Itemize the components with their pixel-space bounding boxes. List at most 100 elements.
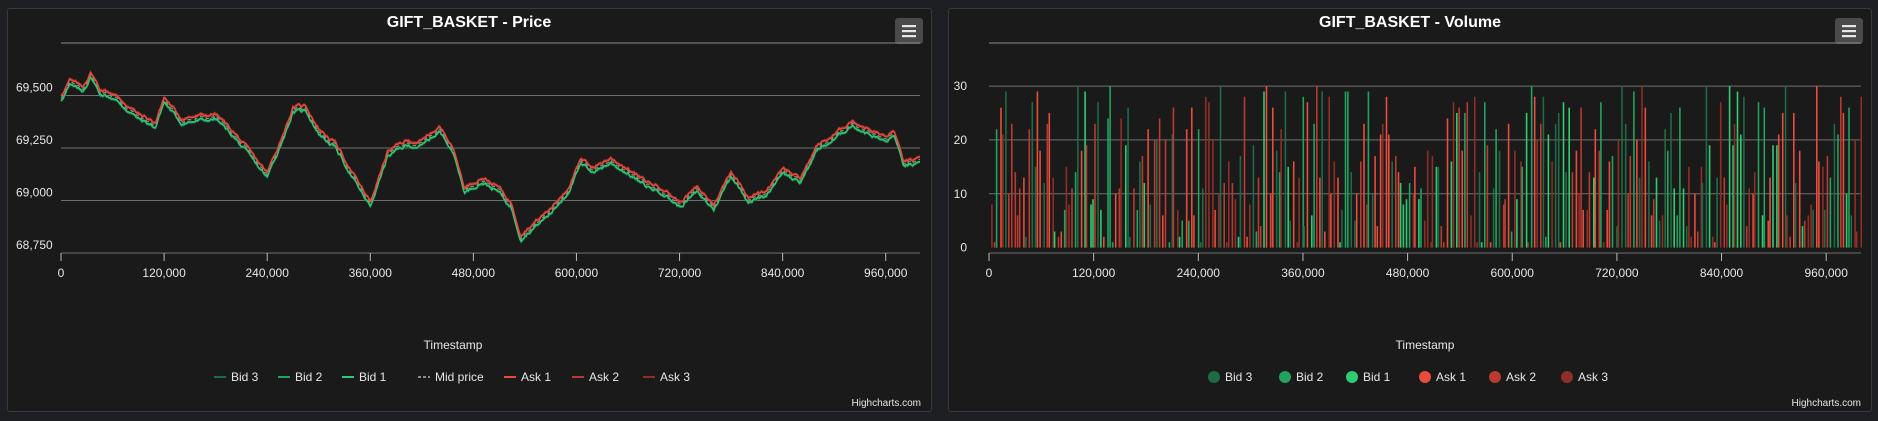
volume-bar[interactable] xyxy=(1014,172,1017,248)
volume-bar[interactable] xyxy=(1752,193,1754,248)
volume-bar[interactable] xyxy=(1065,166,1068,248)
volume-bar[interactable] xyxy=(1784,86,1787,248)
volume-bar[interactable] xyxy=(1443,242,1445,248)
volume-bar[interactable] xyxy=(1008,193,1010,248)
volume-bar[interactable] xyxy=(1855,231,1858,248)
volume-bar[interactable] xyxy=(1533,96,1536,248)
volume-bar[interactable] xyxy=(1191,107,1193,248)
legend-item-bid-3[interactable]: Bid 3 xyxy=(214,370,259,384)
volume-bar[interactable] xyxy=(1833,123,1836,248)
volume-bar[interactable] xyxy=(1100,209,1102,248)
volume-bar[interactable] xyxy=(1748,188,1750,248)
volume-bar[interactable] xyxy=(1860,96,1863,248)
volume-bar[interactable] xyxy=(1090,204,1092,248)
volume-bar[interactable] xyxy=(1199,242,1202,248)
volume-bar[interactable] xyxy=(1478,172,1481,248)
volume-bar[interactable] xyxy=(1701,183,1704,248)
volume-bar[interactable] xyxy=(1418,199,1420,248)
volume-bar[interactable] xyxy=(1514,150,1516,248)
volume-bar[interactable] xyxy=(1606,209,1608,248)
volume-bar[interactable] xyxy=(1786,215,1788,248)
volume-bar[interactable] xyxy=(1446,118,1449,248)
volume-bar[interactable] xyxy=(1219,86,1222,248)
volume-bar[interactable] xyxy=(1507,123,1510,248)
volume-bar[interactable] xyxy=(1812,209,1814,248)
volume-bar[interactable] xyxy=(1114,193,1117,248)
volume-bar[interactable] xyxy=(1344,91,1347,248)
volume-bar[interactable] xyxy=(1103,236,1105,248)
volume-bar[interactable] xyxy=(1473,96,1476,248)
volume-bar[interactable] xyxy=(1426,150,1429,248)
volume-bar[interactable] xyxy=(1143,183,1146,248)
volume-bar[interactable] xyxy=(1077,86,1079,248)
volume-bar[interactable] xyxy=(1149,204,1152,248)
volume-bar[interactable] xyxy=(1337,177,1339,248)
volume-bar[interactable] xyxy=(1547,134,1550,248)
volume-bar[interactable] xyxy=(1740,134,1742,248)
volume-bar[interactable] xyxy=(1777,134,1780,248)
volume-bar[interactable] xyxy=(1521,166,1523,248)
volume-bar[interactable] xyxy=(1228,161,1230,248)
volume-bar[interactable] xyxy=(1177,209,1179,248)
volume-bar[interactable] xyxy=(1133,188,1135,248)
legend-item-ask-3[interactable]: Ask 3 xyxy=(643,370,690,384)
volume-bar[interactable] xyxy=(1239,156,1242,248)
volume-bar[interactable] xyxy=(1071,188,1073,248)
volume-bar[interactable] xyxy=(1568,107,1570,248)
volume-bar[interactable] xyxy=(1489,242,1492,248)
volume-bar[interactable] xyxy=(1757,102,1760,248)
volume-bar[interactable] xyxy=(1269,193,1272,248)
volume-bar[interactable] xyxy=(1068,204,1070,248)
volume-bar[interactable] xyxy=(1181,220,1183,248)
legend-item-ask-3[interactable]: Ask 3 xyxy=(1561,370,1608,384)
volume-bar[interactable] xyxy=(1023,177,1025,248)
volume-bar[interactable] xyxy=(1243,96,1246,248)
volume-bar[interactable] xyxy=(1540,123,1542,248)
legend-item-ask-1[interactable]: Ask 1 xyxy=(504,370,551,384)
volume-bar[interactable] xyxy=(1129,236,1131,248)
volume-bar[interactable] xyxy=(1328,96,1330,248)
volume-bar[interactable] xyxy=(1319,177,1321,248)
volume-bar[interactable] xyxy=(1000,107,1002,248)
volume-bar[interactable] xyxy=(1405,199,1408,248)
volume-bar[interactable] xyxy=(1118,188,1121,248)
volume-bar[interactable] xyxy=(1476,242,1478,248)
volume-bar[interactable] xyxy=(1652,199,1655,248)
volume-bar[interactable] xyxy=(1111,242,1114,248)
volume-bar[interactable] xyxy=(1602,242,1605,248)
volume-bar[interactable] xyxy=(1284,91,1287,248)
volume-bar[interactable] xyxy=(1600,102,1602,248)
volume-bar[interactable] xyxy=(1223,183,1225,248)
volume-bar[interactable] xyxy=(1450,161,1453,248)
volume-bar[interactable] xyxy=(1608,161,1611,248)
volume-bar[interactable] xyxy=(1464,113,1466,248)
volume-bar[interactable] xyxy=(1763,107,1766,248)
volume-bar[interactable] xyxy=(1263,91,1265,248)
volume-bar[interactable] xyxy=(1057,236,1060,248)
volume-bar[interactable] xyxy=(1388,134,1390,248)
volume-bar[interactable] xyxy=(1172,107,1175,248)
volume-bar[interactable] xyxy=(1005,91,1007,248)
volume-bar[interactable] xyxy=(1840,96,1842,248)
volume-bar[interactable] xyxy=(1530,86,1533,248)
volume-bar[interactable] xyxy=(1728,86,1731,248)
volume-bar[interactable] xyxy=(1347,91,1349,248)
volume-bar[interactable] xyxy=(1031,102,1034,248)
volume-bar[interactable] xyxy=(1598,150,1600,248)
volume-bar[interactable] xyxy=(1667,150,1669,248)
volume-bar[interactable] xyxy=(1648,161,1650,248)
volume-bar[interactable] xyxy=(1363,123,1365,248)
volume-bar[interactable] xyxy=(1776,145,1778,248)
volume-bar[interactable] xyxy=(1303,226,1305,248)
volume-bar[interactable] xyxy=(1341,209,1343,248)
volume-bar[interactable] xyxy=(1292,161,1295,248)
volume-bar[interactable] xyxy=(1036,91,1039,248)
volume-bar[interactable] xyxy=(1781,113,1784,248)
volume-bar[interactable] xyxy=(1052,177,1054,248)
series-line-ask-2[interactable] xyxy=(60,70,921,238)
volume-bar[interactable] xyxy=(1495,129,1497,248)
volume-bar[interactable] xyxy=(1094,123,1096,248)
volume-bar[interactable] xyxy=(1158,118,1161,248)
volume-bar[interactable] xyxy=(1826,156,1829,248)
volume-bar[interactable] xyxy=(1437,166,1440,248)
